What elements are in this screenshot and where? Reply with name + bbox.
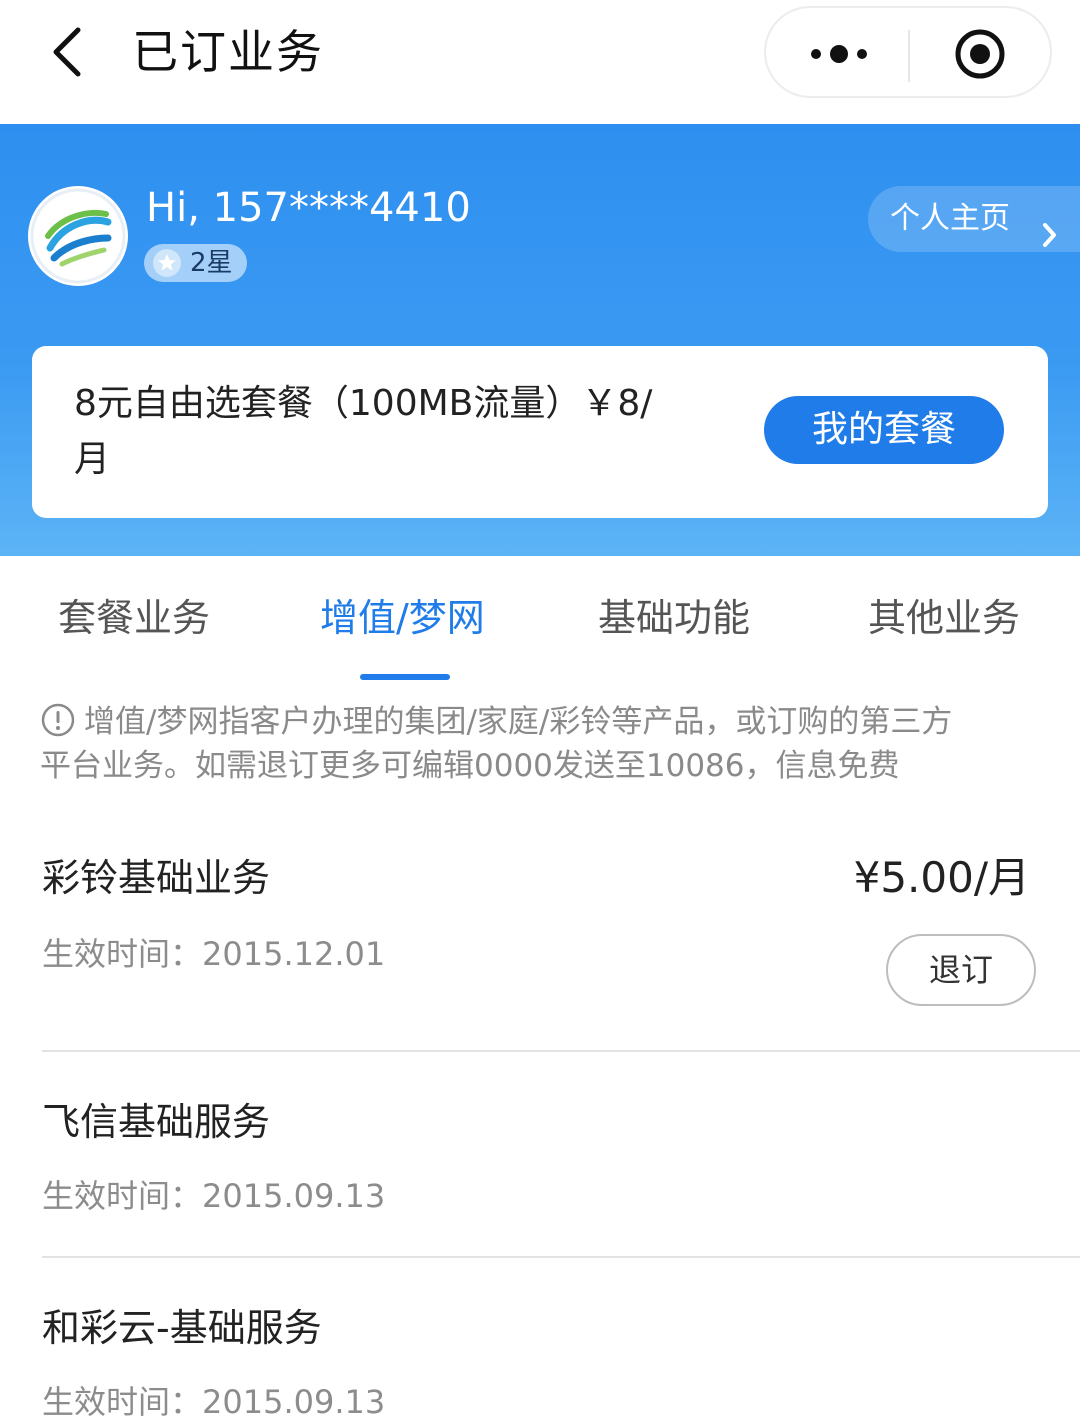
plan-line-1: 8元自由选套餐（100MB流量）￥8/ bbox=[74, 383, 653, 424]
chevron-right-icon bbox=[1042, 206, 1058, 247]
notice-line-2: 平台业务。如需退订更多可编辑0000发送至10086，信息免费 bbox=[40, 748, 900, 784]
star-icon bbox=[152, 248, 182, 278]
active-tab-indicator bbox=[360, 674, 450, 680]
personal-home-link[interactable]: 个人主页 bbox=[868, 186, 1080, 252]
tab-basic-functions[interactable]: 基础功能 bbox=[598, 592, 750, 644]
capsule-divider bbox=[908, 30, 910, 82]
back-arrow-icon[interactable] bbox=[40, 22, 100, 82]
plan-description: 8元自由选套餐（100MB流量）￥8/ 月 bbox=[74, 376, 704, 488]
service-name: 飞信基础服务 bbox=[42, 1100, 271, 1144]
mini-program-capsule bbox=[764, 6, 1052, 98]
tab-other-services[interactable]: 其他业务 bbox=[868, 592, 1020, 644]
info-notice: 增值/梦网指客户办理的集团/家庭/彩铃等产品，或订购的第三方 平台业务。如需退订… bbox=[40, 700, 1040, 788]
service-price: ¥5.00/月 bbox=[853, 853, 1030, 902]
service-name: 和彩云-基础服务 bbox=[42, 1306, 322, 1350]
list-divider bbox=[42, 1256, 1080, 1258]
user-greeting: Hi, 157****4410 bbox=[146, 185, 471, 231]
top-nav-bar: 已订业务 bbox=[0, 0, 1080, 124]
tab-value-added[interactable]: 增值/梦网 bbox=[320, 592, 485, 644]
page-title: 已订业务 bbox=[132, 25, 324, 79]
member-level-text: 2星 bbox=[190, 248, 233, 278]
service-effective-date: 生效时间：2015.09.13 bbox=[42, 1383, 386, 1421]
info-icon bbox=[40, 702, 76, 738]
unsubscribe-button[interactable]: 退订 bbox=[886, 934, 1036, 1006]
service-effective-date: 生效时间：2015.12.01 bbox=[42, 935, 386, 973]
service-item: 彩铃基础业务 ¥5.00/月 生效时间：2015.12.01 退订 bbox=[42, 852, 1080, 1032]
service-name: 彩铃基础业务 bbox=[42, 856, 271, 900]
service-item: 飞信基础服务 生效时间：2015.09.13 bbox=[42, 1096, 1080, 1236]
notice-line-1: 增值/梦网指客户办理的集团/家庭/彩铃等产品，或订购的第三方 bbox=[84, 704, 953, 740]
category-tabs: 套餐业务 增值/梦网 基础功能 其他业务 bbox=[0, 556, 1080, 682]
list-divider bbox=[42, 1050, 1080, 1052]
more-dots-icon[interactable] bbox=[806, 34, 876, 74]
service-item: 和彩云-基础服务 生效时间：2015.09.13 bbox=[42, 1302, 1080, 1424]
member-level-badge: 2星 bbox=[144, 244, 247, 282]
plan-line-2: 月 bbox=[74, 439, 111, 480]
china-mobile-logo bbox=[28, 186, 128, 286]
current-plan-card: 8元自由选套餐（100MB流量）￥8/ 月 我的套餐 bbox=[32, 346, 1048, 518]
my-plan-button[interactable]: 我的套餐 bbox=[764, 396, 1004, 464]
personal-home-label: 个人主页 bbox=[890, 201, 1010, 236]
tab-package[interactable]: 套餐业务 bbox=[58, 592, 210, 644]
target-close-icon[interactable] bbox=[952, 26, 1008, 82]
user-header-banner: Hi, 157****4410 2星 个人主页 8元自由选套餐（100MB流量）… bbox=[0, 124, 1080, 556]
service-effective-date: 生效时间：2015.09.13 bbox=[42, 1177, 386, 1215]
